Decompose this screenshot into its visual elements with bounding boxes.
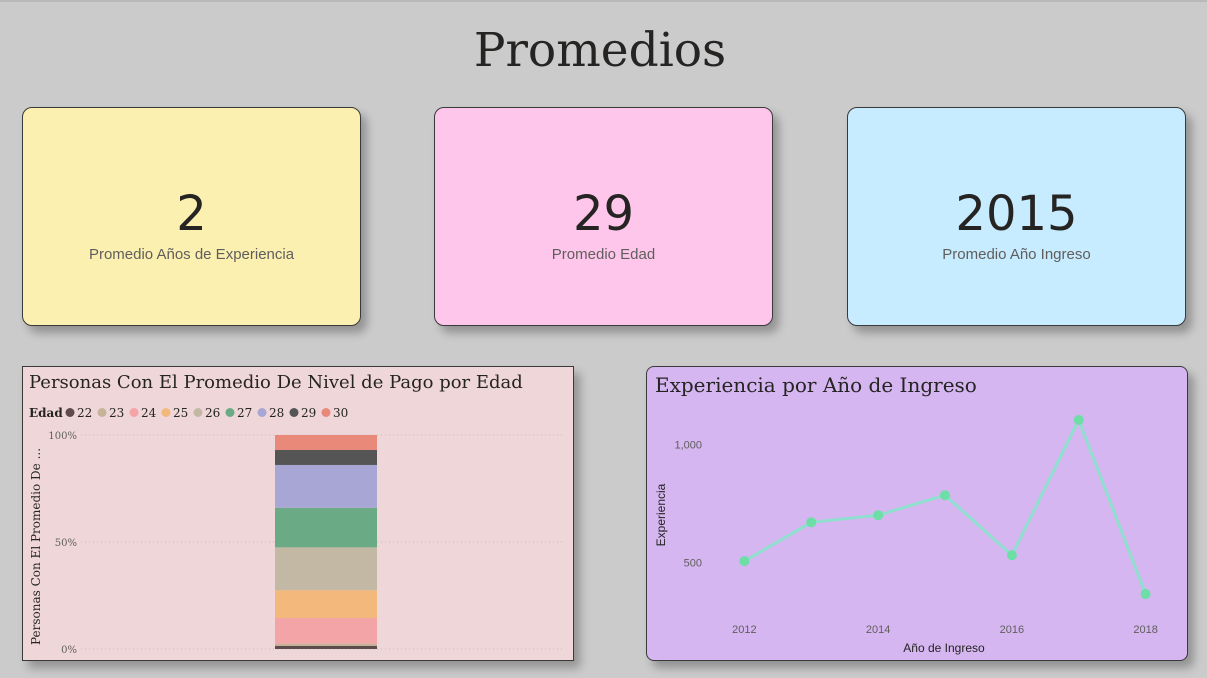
line-chart: Experiencia por Año de Ingreso Experienc… [654,373,1158,655]
legend-marker-28 [257,408,267,417]
bar-stack[interactable] [275,435,377,649]
chart-title: Personas Con El Promedio De Nivel de Pag… [29,372,523,393]
page-title: Promedios [473,23,727,78]
legend-label-25: 25 [173,406,188,420]
bar-segment-26[interactable] [275,547,377,591]
x-axis-ticks: 2012 2014 2016 2018 [732,624,1158,636]
y-tick-label: 1,000 [674,440,702,452]
legend-label-24: 24 [141,406,157,420]
chart-title: Experiencia por Año de Ingreso [655,373,977,397]
kpi-value: 2015 [955,186,1078,242]
kpi-value: 29 [572,186,635,242]
line-series[interactable] [739,414,1151,600]
line-chart-panel[interactable]: Experiencia por Año de Ingreso Experienc… [646,366,1188,661]
series-line [743,416,1148,595]
legend-label-26: 26 [205,406,220,420]
y-tick-label: 100% [48,431,77,442]
bar-segment-28[interactable] [275,464,377,508]
legend-label-23: 23 [109,406,124,420]
legend-marker-25 [161,408,171,417]
data-point-2014[interactable] [873,510,884,521]
bar-segment-30[interactable] [275,435,377,450]
bar-segment-25[interactable] [275,590,377,618]
data-point-2017[interactable] [1073,414,1084,425]
legend-marker-29 [289,408,299,417]
legend-marker-26 [193,408,203,417]
y-axis-title: Experiencia [654,483,668,546]
kpi-value: 2 [176,186,207,242]
kpi-label: Promedio Edad [551,246,656,263]
y-axis-title: Personas Con El Promedio De ... [29,448,43,645]
legend-marker-24 [129,408,139,417]
legend-label-29: 29 [301,406,316,420]
top-border [0,0,1207,2]
stacked-bar-chart: Personas Con El Promedio De Nivel de Pag… [29,372,563,656]
stacked-bar-chart-panel[interactable]: Personas Con El Promedio De Nivel de Pag… [22,366,574,661]
bar-segment-29[interactable] [275,449,377,465]
y-tick-label: 500 [684,557,702,569]
legend-label-22: 22 [77,406,92,420]
x-tick-label: 2014 [866,624,890,636]
legend-label-30: 30 [333,406,348,420]
x-tick-label: 2018 [1133,624,1157,636]
legend-label-28: 28 [269,406,284,420]
bar-segment-27[interactable] [275,507,377,548]
legend-label-27: 27 [237,406,252,420]
data-point-2015[interactable] [940,490,950,501]
legend-marker-23 [97,408,107,417]
legend-title: Edad [29,406,63,420]
y-tick-label: 0% [61,645,77,656]
x-tick-label: 2012 [732,624,756,636]
kpi-label: Promedio Año Ingreso [942,246,1091,263]
legend-marker-27 [225,408,235,417]
x-tick-label: 2016 [1000,624,1024,636]
data-point-2013[interactable] [806,517,817,528]
bar-segment-22[interactable] [275,645,377,649]
kpi-label: Promedio Años de Experiencia [88,246,295,263]
x-axis-title: Año de Ingreso [903,641,985,655]
data-point-2018[interactable] [1140,589,1151,600]
legend[interactable]: 22 23 24 25 26 27 28 29 30 [65,406,349,420]
kpi-card-age[interactable]: 29 Promedio Edad [434,107,773,326]
y-axis-ticks: 1,000 500 [674,440,702,570]
y-axis-ticks: 100% 50% 0% [48,431,77,656]
legend-marker-22 [65,408,75,417]
bar-segment-23[interactable] [275,643,377,646]
y-tick-label: 50% [55,538,77,549]
kpi-card-experience[interactable]: 2 Promedio Años de Experiencia [22,107,361,326]
data-point-2012[interactable] [739,556,750,567]
kpi-card-year[interactable]: 2015 Promedio Año Ingreso [847,107,1186,326]
data-point-2016[interactable] [1006,550,1017,561]
legend-marker-30 [321,408,331,417]
bar-segment-24[interactable] [275,617,377,644]
